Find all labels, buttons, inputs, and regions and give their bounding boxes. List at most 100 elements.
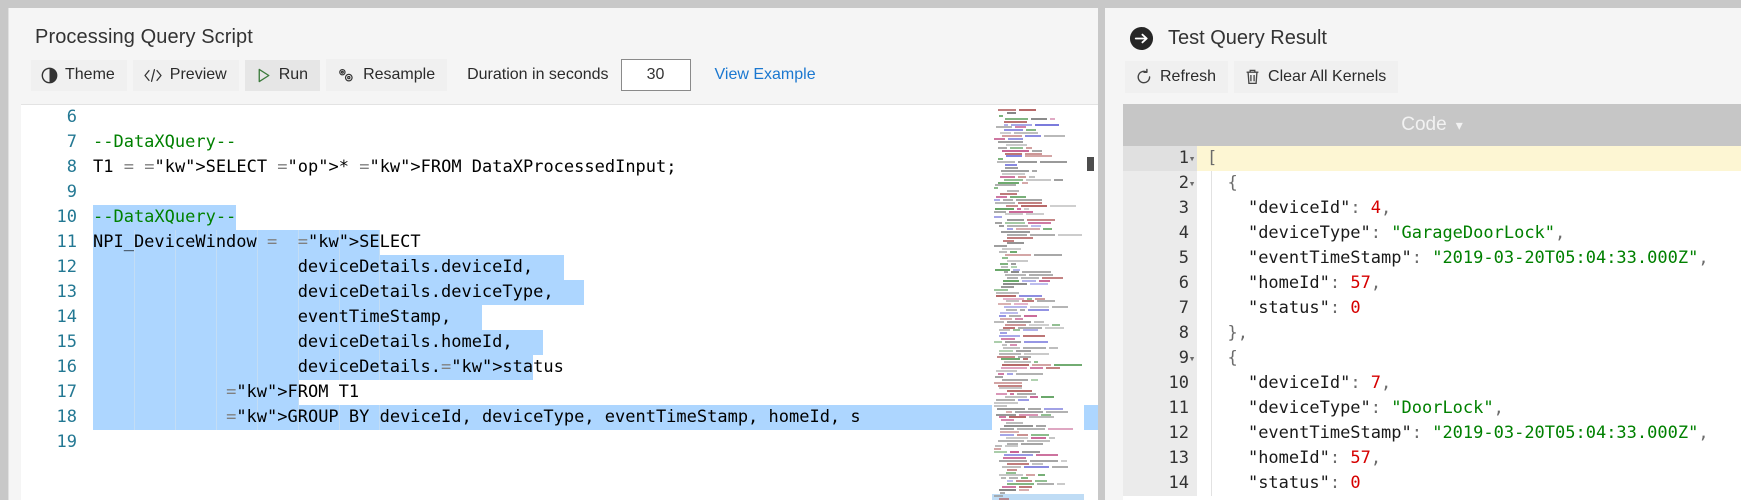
line-number: 19 — [56, 432, 77, 452]
theme-button[interactable]: Theme — [31, 59, 127, 91]
json-line[interactable]: 5 "eventTimeStamp": "2019-03-20T05:04:33… — [1123, 246, 1741, 271]
minimap-line — [1037, 483, 1054, 486]
minimap-line — [1038, 474, 1045, 477]
resample-button[interactable]: Resample — [326, 59, 448, 91]
minimap-line — [1031, 378, 1038, 381]
code-line[interactable]: 7 --DataXQuery-- — [21, 130, 996, 155]
code-line-text: --DataXQuery-- — [93, 205, 236, 230]
line-number: 10 — [56, 207, 77, 227]
json-lines-container[interactable]: 1 ▾ [2 ▾ {3 "deviceId": 4, 4 "deviceType": "… — [1123, 146, 1741, 500]
code-line[interactable]: 18 ="kw">GROUP BY deviceId, deviceType, … — [21, 405, 1098, 430]
code-line[interactable]: 13 deviceDetails.deviceType, — [21, 280, 996, 305]
minimap-line — [1003, 198, 1013, 201]
minimap-line — [998, 109, 1016, 111]
line-number: 17 — [56, 382, 77, 402]
minimap-line — [1007, 372, 1013, 375]
minimap-line — [1004, 454, 1033, 457]
minimap-line — [1011, 262, 1016, 265]
minimap-line — [1003, 297, 1024, 300]
json-line[interactable]: 9 ▾ { — [1123, 346, 1741, 371]
minimap-line — [1030, 233, 1055, 236]
json-line[interactable]: 8 }, — [1123, 321, 1741, 346]
preview-button[interactable]: Preview — [132, 59, 239, 91]
minimap-line — [1034, 361, 1038, 364]
json-line-text: { — [1197, 171, 1741, 196]
clear-all-kernels-button[interactable]: Clear All Kernels — [1234, 61, 1399, 93]
page-title: Processing Query Script — [35, 26, 253, 48]
code-line[interactable]: 19 — [21, 430, 996, 455]
code-line[interactable]: 9 — [21, 180, 996, 205]
minimap-line — [1011, 123, 1032, 126]
minimap-line — [998, 384, 1022, 387]
minimap-line — [1017, 433, 1028, 436]
json-line-number: 5 — [1123, 246, 1197, 271]
editor-vertical-scrollbar[interactable] — [1087, 157, 1094, 171]
minimap-line — [999, 352, 1021, 355]
code-section-header[interactable]: Code ▾ — [1123, 104, 1741, 146]
line-number: 14 — [56, 307, 77, 327]
minimap-line — [1007, 225, 1028, 227]
minimap-line — [1007, 259, 1028, 262]
refresh-button[interactable]: Refresh — [1125, 61, 1229, 93]
code-line[interactable]: 16 deviceDetails.="kw">status — [21, 355, 996, 380]
minimap-line — [1022, 280, 1036, 283]
json-line[interactable]: 3 "deviceId": 4, — [1123, 196, 1741, 221]
minimap-line — [1009, 210, 1033, 213]
json-line-number: 14 — [1123, 471, 1197, 496]
json-line[interactable]: 13 "homeId": 57, — [1123, 446, 1741, 471]
minimap-line — [1023, 335, 1045, 338]
json-line[interactable]: 2 ▾ { — [1123, 171, 1741, 196]
json-line-text: "deviceType": "GarageDoorLock", — [1197, 221, 1741, 246]
minimap-line — [998, 181, 1019, 184]
minimap-line — [994, 451, 1007, 454]
minimap-line — [996, 294, 1016, 297]
chevron-down-icon[interactable]: ▾ — [1456, 117, 1463, 134]
result-code-viewer[interactable]: Code ▾ 1 ▾ [2 ▾ {3 "deviceId": 4, 4 "deviceT… — [1123, 104, 1741, 500]
code-line[interactable]: 12 deviceDetails.deviceId, — [21, 255, 996, 280]
json-line[interactable]: 11 "deviceType": "DoorLock", — [1123, 396, 1741, 421]
json-line[interactable]: 10 "deviceId": 7, — [1123, 371, 1741, 396]
minimap-line — [1002, 343, 1007, 346]
minimap-line — [1025, 135, 1041, 138]
json-line[interactable]: 14 "status": 0 — [1123, 471, 1741, 496]
minimap-line — [1031, 225, 1041, 227]
query-code-editor[interactable]: 6 7 --DataXQuery-- 8 T1 = ="kw">SELECT ="op"… — [21, 104, 1098, 500]
minimap-line — [1007, 277, 1018, 280]
theme-contrast-icon — [41, 67, 58, 84]
editor-minimap[interactable] — [992, 105, 1084, 500]
code-line[interactable]: 15 deviceDetails.homeId, — [21, 330, 996, 355]
json-line[interactable]: 1 ▾ [ — [1123, 146, 1741, 171]
code-line[interactable]: 8 T1 = ="kw">SELECT ="op">* ="kw">FROM Da… — [21, 155, 996, 180]
minimap-line — [1031, 436, 1046, 439]
view-example-link[interactable]: View Example — [715, 66, 816, 84]
json-line[interactable]: 7 "status": 0 — [1123, 296, 1741, 321]
code-line[interactable]: 17 ="kw">FROM T1 — [21, 380, 996, 405]
minimap-line — [1007, 227, 1013, 230]
play-triangle-icon — [255, 67, 272, 84]
json-line[interactable]: 12 "eventTimeStamp": "2019-03-20T05:04:3… — [1123, 421, 1741, 446]
json-line[interactable]: 6 "homeId": 57, — [1123, 271, 1741, 296]
minimap-line — [1006, 143, 1027, 146]
run-button[interactable]: Run — [244, 59, 321, 91]
minimap-line — [1022, 181, 1028, 184]
minimap-line — [1009, 416, 1026, 419]
minimap-line — [1034, 320, 1044, 323]
duration-input[interactable] — [620, 59, 691, 91]
code-line[interactable]: 14 eventTimeStamp, — [21, 305, 996, 330]
minimap-line — [1003, 326, 1015, 329]
json-line-text: "eventTimeStamp": "2019-03-20T05:04:33.0… — [1197, 421, 1741, 446]
code-line[interactable]: 11 NPI_DeviceWindow = ="kw">SELECT — [21, 230, 996, 255]
minimap-line — [995, 375, 1003, 378]
code-line[interactable]: 10 --DataXQuery-- — [21, 205, 996, 230]
code-lines-container[interactable]: 6 7 --DataXQuery-- 8 T1 = ="kw">SELECT ="op"… — [21, 105, 1098, 500]
json-line-text: "eventTimeStamp": "2019-03-20T05:04:33.0… — [1197, 246, 1741, 271]
minimap-line — [999, 488, 1016, 491]
refresh-icon — [1135, 68, 1153, 86]
minimap-line — [1002, 248, 1021, 251]
minimap-line — [999, 114, 1003, 117]
code-line[interactable]: 6 — [21, 105, 996, 130]
json-line-number: 12 — [1123, 421, 1197, 446]
minimap-line — [1026, 146, 1032, 149]
minimap-line — [1003, 283, 1027, 285]
json-line[interactable]: 4 "deviceType": "GarageDoorLock", — [1123, 221, 1741, 246]
